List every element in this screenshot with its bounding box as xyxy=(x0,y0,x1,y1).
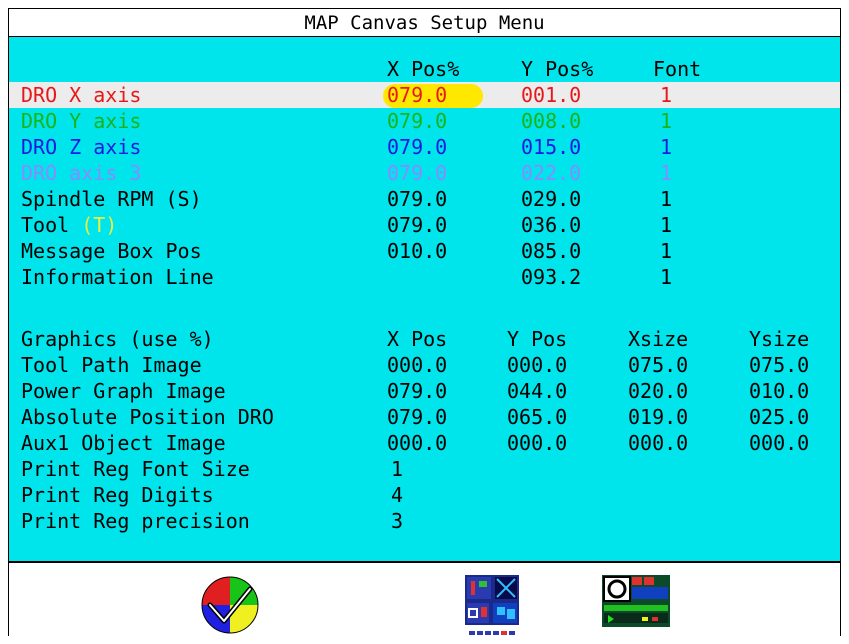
row-ypos[interactable]: 000.0 xyxy=(507,352,567,378)
row-xsize[interactable]: 075.0 xyxy=(628,352,688,378)
setup-window: MAP Canvas Setup Menu X Pos% Y Pos% Font… xyxy=(8,8,841,637)
row-value[interactable]: 4 xyxy=(391,482,403,508)
graphics-header-ysize: Ysize xyxy=(749,327,810,351)
row-ypos[interactable]: 008.0 xyxy=(521,108,581,134)
row-xpos[interactable]: 079.0 xyxy=(387,82,447,108)
row-label: Print Reg Digits xyxy=(21,483,214,507)
row-label: DRO Z axis xyxy=(21,135,142,159)
tool-label-extra: (T) xyxy=(81,213,118,237)
row-font[interactable]: 1 xyxy=(660,108,672,134)
row-font[interactable]: 1 xyxy=(660,264,672,290)
row-label: DRO axis 3 xyxy=(21,161,142,185)
row-label: Print Reg precision xyxy=(21,509,250,533)
row-label: Spindle RPM (S) xyxy=(21,187,202,211)
row-xpos[interactable]: 079.0 xyxy=(387,212,447,238)
footer-toolbar xyxy=(9,565,840,637)
row-label: Tool (T) xyxy=(21,212,117,238)
row-xpos[interactable]: 079.0 xyxy=(387,186,447,212)
row-label: Print Reg Font Size xyxy=(21,457,250,481)
row-font[interactable]: 1 xyxy=(660,160,672,186)
settings-panel: X Pos% Y Pos% Font DRO X axis 079.0 001.… xyxy=(9,37,840,563)
row-font[interactable]: 1 xyxy=(660,134,672,160)
canvas-preview-icon[interactable] xyxy=(602,575,670,633)
row-ypos[interactable]: 001.0 xyxy=(521,82,581,108)
row-ypos[interactable]: 022.0 xyxy=(521,160,581,186)
row-font[interactable]: 1 xyxy=(660,212,672,238)
row-label: Tool Path Image xyxy=(21,353,202,377)
row-label: DRO Y axis xyxy=(21,109,142,133)
row-xsize[interactable]: 000.0 xyxy=(628,430,688,456)
row-xpos[interactable]: 000.0 xyxy=(387,430,447,456)
row-ysize[interactable]: 075.0 xyxy=(749,352,809,378)
row-xsize[interactable]: 020.0 xyxy=(628,378,688,404)
row-xpos[interactable]: 079.0 xyxy=(387,378,447,404)
row-ypos[interactable]: 093.2 xyxy=(521,264,581,290)
row-ypos[interactable]: 085.0 xyxy=(521,238,581,264)
row-label: Aux1 Object Image xyxy=(21,431,226,455)
color-wheel-checkmark-icon[interactable] xyxy=(200,575,260,635)
tool-label: Tool xyxy=(21,213,82,237)
row-ypos[interactable]: 036.0 xyxy=(521,212,581,238)
header-font: Font xyxy=(653,57,702,81)
row-label: Power Graph Image xyxy=(21,379,226,403)
row-label: Absolute Position DRO xyxy=(21,405,274,429)
graphics-header-xsize: Xsize xyxy=(628,327,689,351)
row-xpos[interactable]: 079.0 xyxy=(387,160,447,186)
row-font[interactable]: 1 xyxy=(660,238,672,264)
graphics-header-xpos: X Pos xyxy=(387,327,448,351)
header-xpos: X Pos% xyxy=(387,57,460,81)
header-ypos: Y Pos% xyxy=(521,57,594,81)
row-label: DRO X axis xyxy=(21,83,142,107)
row-font[interactable]: 1 xyxy=(660,186,672,212)
row-ypos[interactable]: 015.0 xyxy=(521,134,581,160)
row-ypos[interactable]: 065.0 xyxy=(507,404,567,430)
row-xpos[interactable]: 079.0 xyxy=(387,134,447,160)
row-value[interactable]: 1 xyxy=(391,456,403,482)
row-ypos[interactable]: 029.0 xyxy=(521,186,581,212)
row-ysize[interactable]: 010.0 xyxy=(749,378,809,404)
row-xpos[interactable]: 079.0 xyxy=(387,404,447,430)
row-xpos[interactable]: 000.0 xyxy=(387,352,447,378)
row-ysize[interactable]: 000.0 xyxy=(749,430,809,456)
row-font[interactable]: 1 xyxy=(660,82,672,108)
row-xpos[interactable]: 010.0 xyxy=(387,238,447,264)
row-ysize[interactable]: 025.0 xyxy=(749,404,809,430)
row-ypos[interactable]: 044.0 xyxy=(507,378,567,404)
window-title: MAP Canvas Setup Menu xyxy=(9,9,840,37)
row-value[interactable]: 3 xyxy=(391,508,403,534)
row-xsize[interactable]: 019.0 xyxy=(628,404,688,430)
graphics-header-label: Graphics (use %) xyxy=(21,327,214,351)
grid-layout-icon[interactable] xyxy=(461,575,525,637)
row-label: Message Box Pos xyxy=(21,239,202,263)
row-label: Information Line xyxy=(21,265,214,289)
row-xpos[interactable]: 079.0 xyxy=(387,108,447,134)
row-ypos[interactable]: 000.0 xyxy=(507,430,567,456)
graphics-header-ypos: Y Pos xyxy=(507,327,568,351)
